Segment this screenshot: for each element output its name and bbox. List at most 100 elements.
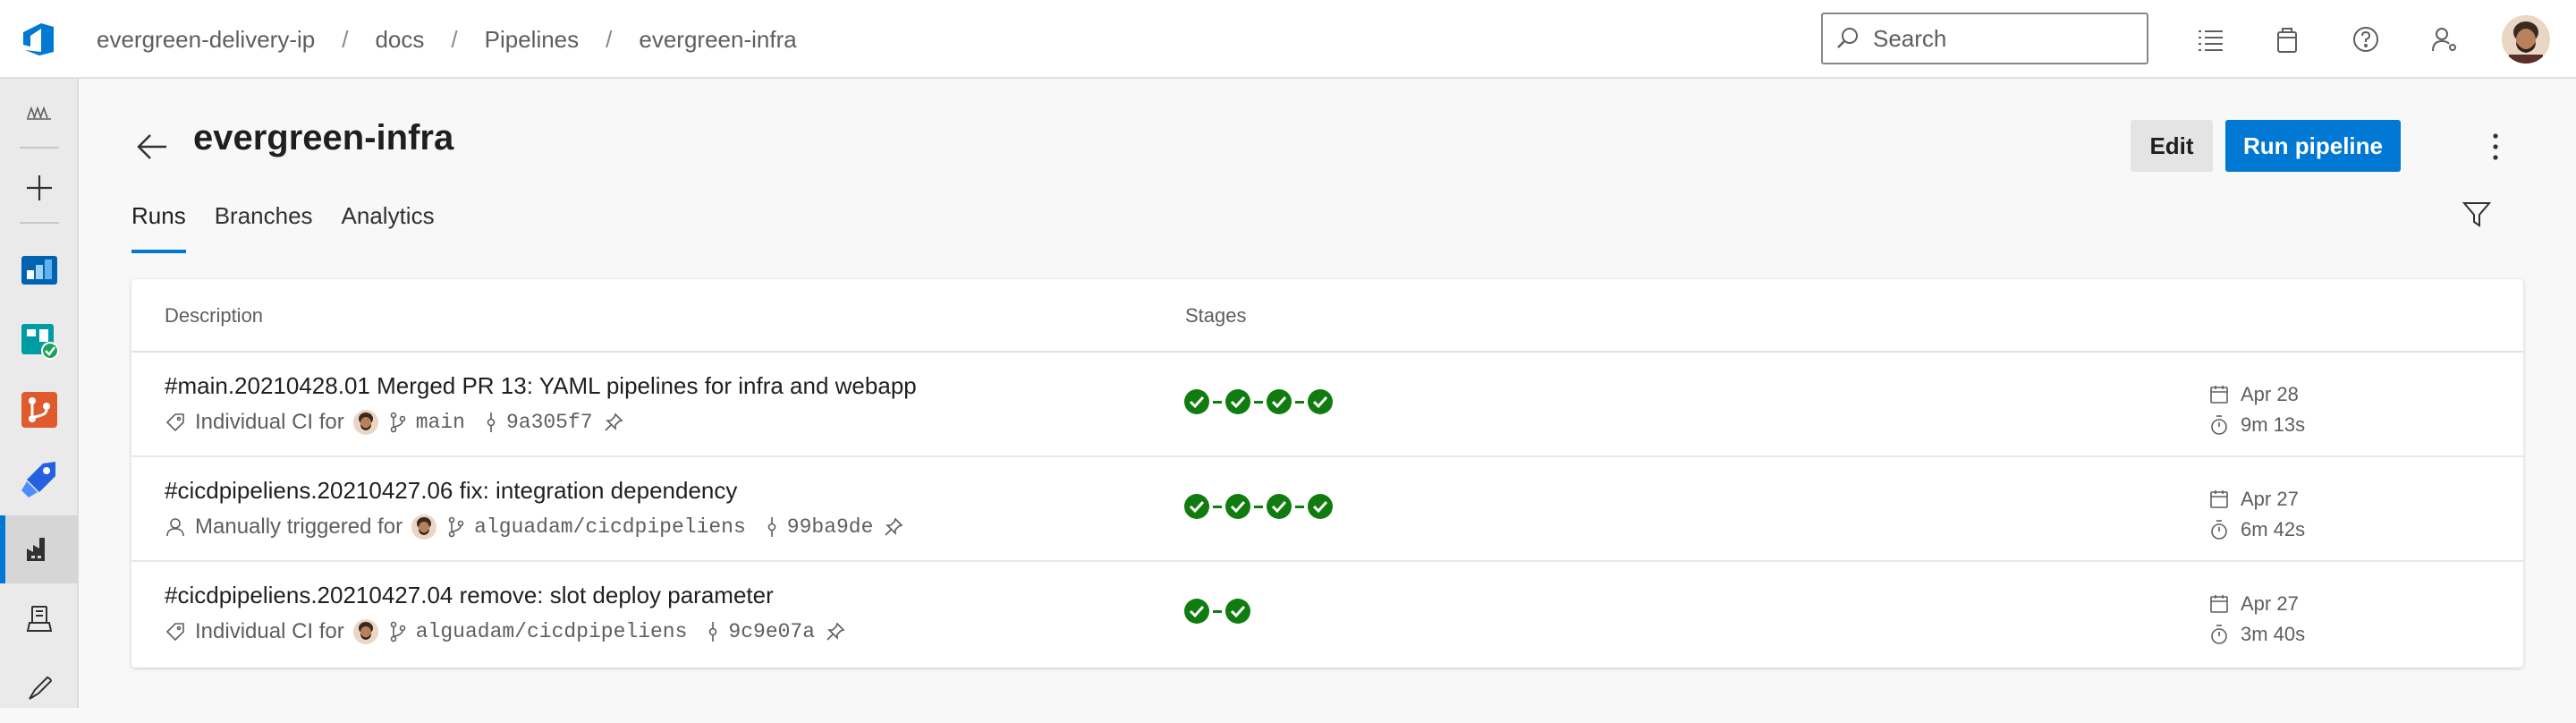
- tag-icon: [165, 412, 186, 433]
- commit-hash[interactable]: 9c9e07a: [728, 620, 815, 643]
- stage-succeeded-icon[interactable]: [1183, 493, 1210, 520]
- filter-icon[interactable]: [2462, 199, 2492, 229]
- pin-icon[interactable]: [826, 622, 845, 642]
- trigger-text: Individual CI for: [195, 619, 344, 643]
- calendar-icon: [2208, 489, 2230, 510]
- stage-succeeded-icon[interactable]: [1224, 388, 1251, 415]
- stage-connector: [1213, 609, 1222, 613]
- stage-succeeded-icon[interactable]: [1183, 598, 1210, 625]
- run-date: Apr 27: [2241, 488, 2299, 510]
- pipelines-icon[interactable]: [0, 446, 79, 514]
- avatar: [352, 410, 378, 435]
- releases-rocket-icon[interactable]: [0, 655, 79, 723]
- run-title[interactable]: #cicdpipeliens.20210427.04 remove: slot …: [165, 582, 774, 609]
- breadcrumb-separator: /: [606, 25, 613, 53]
- task-list-icon[interactable]: [2191, 20, 2231, 59]
- run-meta: Individual CI for main 9a305f7: [165, 408, 632, 437]
- run-date: Apr 27: [2241, 592, 2299, 615]
- environments-icon[interactable]: [0, 585, 79, 653]
- more-actions-icon[interactable]: [2481, 129, 2510, 165]
- user-avatar[interactable]: [2502, 15, 2550, 64]
- run-timing: Apr 27 3m 40s: [2208, 589, 2305, 650]
- table-row[interactable]: #cicdpipeliens.20210427.06 fix: integrat…: [131, 457, 2523, 562]
- stage-succeeded-icon[interactable]: [1307, 388, 1334, 415]
- search-icon: [1837, 28, 1858, 48]
- breadcrumb-separator: /: [342, 25, 349, 53]
- stage-connector: [1254, 505, 1263, 508]
- branch-name[interactable]: main: [416, 411, 465, 434]
- table-header: Description Stages: [131, 279, 2523, 353]
- run-title[interactable]: #cicdpipeliens.20210427.06 fix: integrat…: [165, 477, 737, 505]
- run-meta: Individual CI for alguadam/cicdpipeliens…: [165, 617, 854, 646]
- user-settings-icon[interactable]: [2425, 20, 2464, 59]
- back-arrow-icon[interactable]: [134, 131, 170, 163]
- run-title[interactable]: #main.20210428.01 Merged PR 13: YAML pip…: [165, 372, 917, 400]
- org-overview-icon[interactable]: [0, 79, 79, 147]
- new-plus-icon[interactable]: [0, 154, 79, 222]
- pin-icon[interactable]: [884, 517, 903, 537]
- stopwatch-icon: [2208, 519, 2230, 540]
- branch-icon: [389, 621, 407, 642]
- tab-runs[interactable]: Runs: [131, 202, 186, 253]
- table-row[interactable]: #main.20210428.01 Merged PR 13: YAML pip…: [131, 353, 2523, 457]
- branch-name[interactable]: alguadam/cicdpipeliens: [416, 620, 688, 643]
- stage-succeeded-icon[interactable]: [1183, 388, 1210, 415]
- commit-hash[interactable]: 99ba9de: [787, 515, 874, 539]
- run-duration: 3m 40s: [2241, 623, 2306, 645]
- edit-button[interactable]: Edit: [2131, 120, 2213, 172]
- breadcrumb-pipeline[interactable]: evergreen-infra: [639, 26, 796, 54]
- overview-icon[interactable]: [0, 236, 79, 304]
- pin-icon[interactable]: [604, 413, 623, 432]
- stage-connector: [1295, 505, 1304, 508]
- boards-icon[interactable]: [0, 306, 79, 374]
- search-box[interactable]: [1821, 13, 2148, 64]
- run-pipeline-button[interactable]: Run pipeline: [2225, 120, 2401, 172]
- tab-branches[interactable]: Branches: [215, 202, 313, 253]
- search-input[interactable]: [1871, 23, 2134, 54]
- stage-succeeded-icon[interactable]: [1307, 493, 1334, 520]
- breadcrumb-separator: /: [451, 25, 458, 53]
- trigger-text: Manually triggered for: [195, 515, 403, 539]
- breadcrumb-pipelines[interactable]: Pipelines: [485, 26, 580, 54]
- pipeline-tabs: Runs Branches Analytics: [131, 202, 463, 253]
- tab-analytics[interactable]: Analytics: [342, 202, 435, 253]
- breadcrumb-organization[interactable]: evergreen-delivery-ip: [97, 26, 315, 54]
- branch-icon: [389, 412, 407, 433]
- run-duration: 6m 42s: [2241, 518, 2306, 540]
- column-header-description: Description: [165, 304, 264, 327]
- run-timing: Apr 27 6m 42s: [2208, 484, 2305, 545]
- avatar: [411, 515, 437, 540]
- table-row[interactable]: #cicdpipeliens.20210427.04 remove: slot …: [131, 562, 2523, 667]
- stage-succeeded-icon[interactable]: [1266, 493, 1292, 520]
- tag-icon: [165, 621, 186, 642]
- stage-connector: [1213, 505, 1222, 508]
- stopwatch-icon: [2208, 624, 2230, 645]
- stage-succeeded-icon[interactable]: [1224, 493, 1251, 520]
- trigger-text: Individual CI for: [195, 410, 344, 434]
- stage-connector: [1213, 400, 1222, 404]
- stage-connector: [1295, 400, 1304, 404]
- calendar-icon: [2208, 384, 2230, 405]
- rail-divider: [20, 147, 59, 149]
- branch-name[interactable]: alguadam/cicdpipeliens: [474, 515, 746, 539]
- breadcrumb-project[interactable]: docs: [375, 26, 424, 54]
- commit-icon: [485, 412, 497, 433]
- rail-divider: [20, 222, 59, 224]
- runs-table: Description Stages #main.20210428.01 Mer…: [131, 279, 2523, 668]
- pipelines-runs-icon[interactable]: [0, 515, 79, 583]
- stage-succeeded-icon[interactable]: [1266, 388, 1292, 415]
- avatar: [352, 619, 378, 644]
- stage-connector: [1254, 400, 1263, 404]
- breadcrumb: evergreen-delivery-ip / docs / Pipelines…: [97, 0, 797, 79]
- marketplace-bag-icon[interactable]: [2267, 20, 2307, 59]
- run-date: Apr 28: [2241, 383, 2299, 405]
- commit-hash[interactable]: 9a305f7: [506, 411, 593, 434]
- azure-devops-logo-icon[interactable]: [20, 20, 59, 59]
- stage-indicators: [1183, 388, 1334, 415]
- stage-indicators: [1183, 493, 1334, 520]
- stage-succeeded-icon[interactable]: [1224, 598, 1251, 625]
- repos-icon[interactable]: [0, 376, 79, 444]
- run-meta: Manually triggered for alguadam/cicdpipe…: [165, 513, 912, 541]
- help-icon[interactable]: [2346, 20, 2385, 59]
- page-title: evergreen-infra: [193, 118, 454, 157]
